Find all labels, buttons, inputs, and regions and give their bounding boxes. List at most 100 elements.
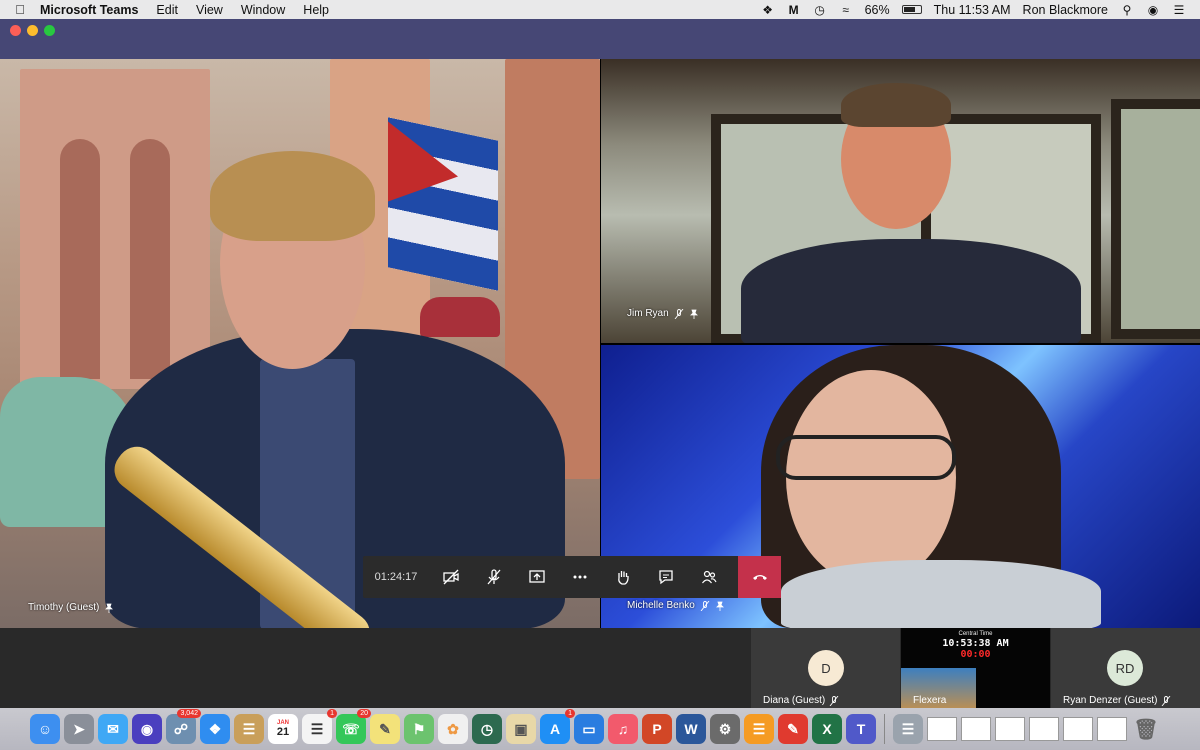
menu-help[interactable]: Help: [303, 3, 329, 17]
chat-button[interactable]: [644, 556, 687, 598]
mic-off-icon: [487, 569, 500, 585]
system-preferences-icon[interactable]: ⚙: [710, 714, 740, 744]
share-screen-button[interactable]: [515, 556, 558, 598]
pdf-reader-icon[interactable]: ✎: [778, 714, 808, 744]
books-icon[interactable]: ☰: [744, 714, 774, 744]
calendar-icon[interactable]: JAN 21: [268, 714, 298, 744]
facetime-icon[interactable]: ☏ 20: [336, 709, 371, 744]
music-icon[interactable]: ♫: [608, 714, 638, 744]
badge: 20: [357, 709, 371, 718]
painted-building: [20, 69, 210, 389]
participant-name-row: Flexera: [913, 695, 946, 706]
chat-icon: [658, 570, 673, 585]
phone-hangup-icon: [752, 575, 767, 580]
notification-center-icon[interactable]: ☰: [1172, 3, 1186, 17]
michelle-body: [781, 560, 1101, 628]
tile-label-timothy: Timothy (Guest): [28, 602, 114, 613]
time-machine-icon[interactable]: ◷: [813, 3, 827, 17]
minimized-window-thumbnail[interactable]: [1097, 717, 1127, 741]
tile-label-michelle: Michelle Benko: [627, 600, 725, 611]
window-frame: [1111, 99, 1200, 339]
call-toolbar: 01:24:17: [363, 556, 781, 598]
reminders-icon[interactable]: ☰ 1: [302, 709, 337, 744]
clock-time: 10:53:38 AM: [942, 638, 1009, 649]
wifi-icon[interactable]: ≈: [839, 3, 853, 17]
contacts-icon[interactable]: ☍ 3,042: [166, 709, 201, 744]
video-tile-jim-ryan[interactable]: Jim Ryan: [601, 59, 1200, 343]
dock-separator: [884, 714, 885, 744]
mic-muted-icon: [674, 308, 684, 319]
participant-tile-ryan-denzer[interactable]: RD Ryan Denzer (Guest): [1051, 628, 1200, 708]
participant-name: Diana (Guest): [763, 695, 826, 706]
excel-icon[interactable]: X: [812, 714, 842, 744]
pin-icon: [689, 309, 698, 319]
battery-percent[interactable]: 66%: [865, 3, 890, 17]
downloads-stack-icon[interactable]: ☰: [893, 714, 923, 744]
app-menu[interactable]: Microsoft Teams: [40, 3, 138, 17]
minimized-window-thumbnail[interactable]: [1029, 717, 1059, 741]
launchpad-icon[interactable]: ➤: [64, 714, 94, 744]
calendar-day: 21: [276, 726, 290, 738]
participant-tile-diana[interactable]: D Diana (Guest): [751, 628, 900, 708]
preview-icon[interactable]: ▣: [506, 714, 536, 744]
people-icon: [701, 570, 717, 584]
menu-edit[interactable]: Edit: [156, 3, 178, 17]
camera-off-button[interactable]: [429, 556, 472, 598]
m-app-icon[interactable]: M: [787, 3, 801, 17]
participants-button[interactable]: [687, 556, 730, 598]
search-icon[interactable]: ⚲: [1120, 3, 1134, 17]
clock-title: Central Time: [958, 631, 993, 637]
siri-icon[interactable]: ◉: [1146, 3, 1160, 17]
messages-icon[interactable]: ✉: [98, 714, 128, 744]
apple-icon[interactable]: : [0, 2, 40, 17]
video-tile-main[interactable]: Timothy (Guest): [0, 59, 600, 628]
mic-muted-icon: [1162, 695, 1171, 706]
badge: 1: [327, 709, 337, 718]
minimized-window-thumbnail[interactable]: [927, 717, 957, 741]
app-store-icon[interactable]: A1: [540, 709, 575, 744]
window-titlebar: [0, 19, 1200, 59]
fullscreen-window-button[interactable]: [44, 25, 55, 36]
siri-icon[interactable]: ◉: [132, 714, 162, 744]
more-icon: [573, 575, 586, 579]
trash-icon[interactable]: 🗑: [1131, 714, 1161, 744]
finder-icon[interactable]: ☺: [30, 714, 60, 744]
raise-hand-button[interactable]: [601, 556, 644, 598]
notes-app-icon[interactable]: ☰: [234, 714, 264, 744]
camera-off-icon: [442, 569, 459, 585]
cuban-flag-triangle: [388, 121, 458, 217]
photos-icon[interactable]: ✿: [438, 714, 468, 744]
battery-icon[interactable]: [901, 5, 922, 14]
avatar-initials: RD: [1115, 660, 1135, 676]
word-icon[interactable]: W: [676, 714, 706, 744]
close-window-button[interactable]: [10, 25, 21, 36]
mic-muted-icon: [700, 600, 710, 611]
participant-tile-flexera[interactable]: Central Time 10:53:38 AM 00:00 Flexera: [901, 628, 1050, 708]
minimize-window-button[interactable]: [27, 25, 38, 36]
mute-button[interactable]: [472, 556, 515, 598]
keynote-icon[interactable]: ▭: [574, 714, 604, 744]
minimized-window-thumbnail[interactable]: [995, 717, 1025, 741]
hang-up-button[interactable]: [738, 556, 781, 598]
call-timer: 01:24:17: [374, 571, 418, 583]
clock-counter: 00:00: [960, 649, 991, 660]
dock: ☺ ➤ ✉ ◉ ☍ 3,042 ❖ ☰ JAN 21 ☰ 1 ☏ 20 ✎ ⚑ ✿ ◷…: [0, 708, 1200, 750]
menubar-user[interactable]: Ron Blackmore: [1023, 3, 1108, 17]
menubar-clock[interactable]: Thu 11:53 AM: [934, 3, 1011, 17]
maps-icon[interactable]: ⚑: [404, 714, 434, 744]
stickies-icon[interactable]: ✎: [370, 714, 400, 744]
share-icon: [528, 570, 545, 583]
more-options-button[interactable]: [558, 556, 601, 598]
powerpoint-icon[interactable]: P: [642, 714, 672, 744]
painted-building: [130, 139, 170, 379]
teams-icon[interactable]: T: [846, 714, 876, 744]
menu-view[interactable]: View: [196, 3, 223, 17]
painted-building: [60, 139, 100, 379]
menu-window[interactable]: Window: [241, 3, 285, 17]
time-machine-icon[interactable]: ◷: [472, 714, 502, 744]
minimized-window-thumbnail[interactable]: [1063, 717, 1093, 741]
minimized-window-thumbnail[interactable]: [961, 717, 991, 741]
dropbox-icon[interactable]: ❖: [761, 3, 775, 17]
safari-icon[interactable]: ❖: [200, 714, 230, 744]
jim-body: [741, 239, 1081, 343]
